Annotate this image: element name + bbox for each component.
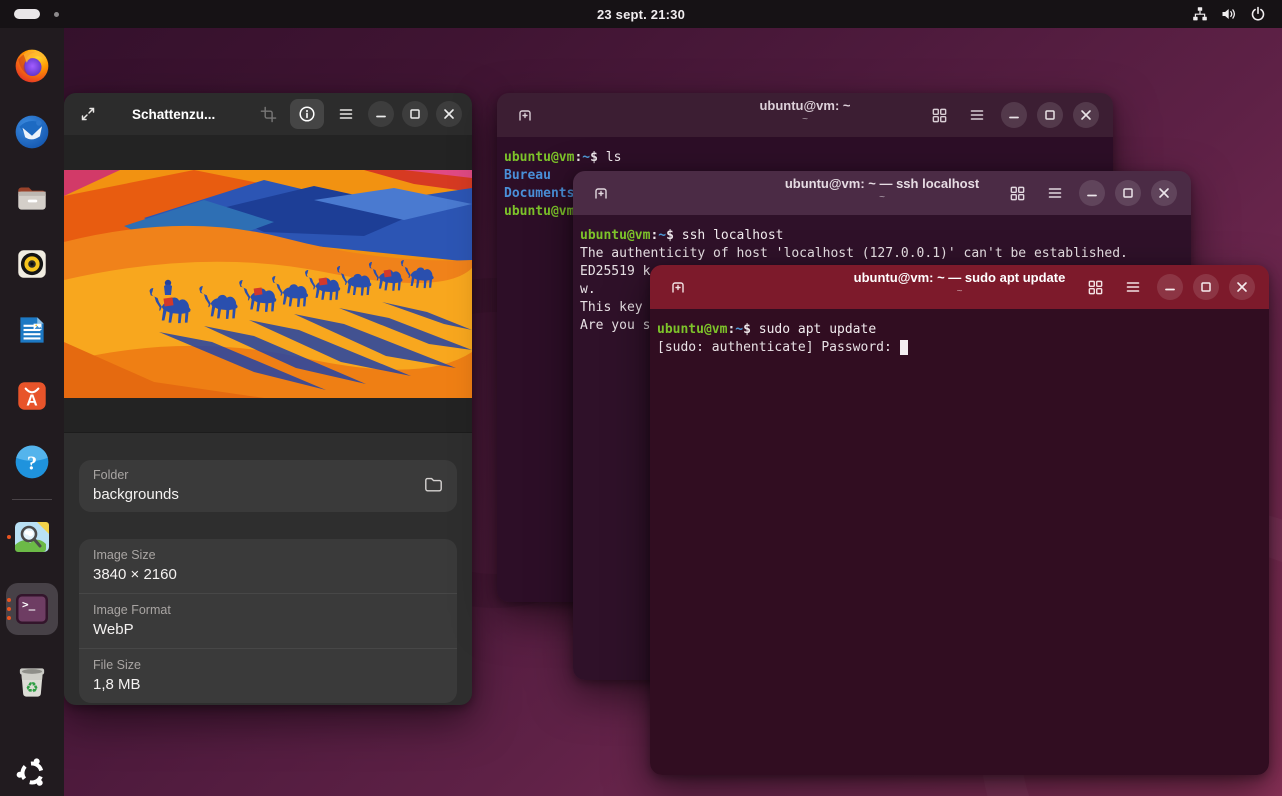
tab-overview-button[interactable] (1003, 179, 1031, 207)
dock-item-ubuntu-logo[interactable] (6, 753, 58, 793)
folder-label: Folder (93, 467, 443, 484)
viewer-maximize-button[interactable] (402, 101, 428, 127)
viewer-window-title: Schattenzu... (132, 107, 215, 122)
terminal-menu-button[interactable] (1041, 179, 1069, 207)
image-viewer-window: Schattenzu... (64, 93, 472, 705)
power-icon[interactable] (1250, 6, 1266, 22)
trash-icon: ♻ (13, 662, 51, 700)
rhythmbox-icon (13, 245, 51, 283)
new-tab-button[interactable] (664, 273, 692, 301)
desktop-screen: 23 sept. 21:30 (0, 0, 1282, 796)
dock-item-help[interactable]: ? (6, 442, 58, 482)
terminal-titlebar[interactable]: ubuntu@vm: ~ ~ (497, 93, 1113, 137)
workspace-indicator[interactable] (14, 9, 59, 19)
libreoffice-writer-icon (13, 311, 51, 349)
close-button[interactable] (1151, 180, 1177, 206)
workspace-active-pill[interactable] (14, 9, 40, 19)
titlebar-actions (1003, 179, 1177, 207)
svg-text:♻: ♻ (25, 680, 38, 697)
wallpaper-image (64, 170, 472, 398)
close-button[interactable] (1229, 274, 1255, 300)
dock-item-trash[interactable]: ♻ (6, 661, 58, 701)
card-gap (79, 512, 457, 539)
top-bar: 23 sept. 21:30 (0, 0, 1282, 28)
info-button[interactable] (290, 99, 324, 129)
minimize-button[interactable] (1157, 274, 1183, 300)
titlebar-actions (925, 101, 1099, 129)
tab-overview-button[interactable] (925, 101, 953, 129)
fullscreen-button[interactable] (74, 100, 102, 128)
maximize-button[interactable] (1037, 102, 1063, 128)
network-wired-icon[interactable] (1192, 6, 1208, 22)
thunderbird-icon (13, 113, 51, 151)
new-tab-button[interactable] (587, 179, 615, 207)
crop-button[interactable] (254, 100, 282, 128)
svg-text:?: ? (27, 452, 37, 474)
dock-item-files[interactable] (6, 178, 58, 218)
firefox-icon (13, 47, 51, 85)
dock-item-image-viewer[interactable] (6, 517, 58, 557)
viewer-image-area[interactable] (64, 135, 472, 432)
viewer-titlebar[interactable]: Schattenzu... (64, 93, 472, 135)
svg-text:>_: >_ (22, 598, 36, 611)
file-size-label: File Size (93, 657, 443, 674)
help-icon: ? (13, 443, 51, 481)
ubuntu-logo-icon (14, 755, 50, 791)
viewer-minimize-button[interactable] (368, 101, 394, 127)
dock: A ? (0, 28, 64, 796)
terminal-menu-button[interactable] (963, 101, 991, 129)
image-format-row: Image Format WebP (79, 593, 457, 648)
image-size-row: Image Size 3840 × 2160 (79, 539, 457, 593)
tab-overview-button[interactable] (1081, 273, 1109, 301)
maximize-button[interactable] (1193, 274, 1219, 300)
titlebar-actions (1081, 273, 1255, 301)
image-format-label: Image Format (93, 602, 443, 619)
volume-icon[interactable] (1221, 6, 1237, 22)
minimize-button[interactable] (1001, 102, 1027, 128)
terminal-titlebar[interactable]: ubuntu@vm: ~ — sudo apt update ~ (650, 265, 1269, 309)
file-size-value: 1,8 MB (93, 674, 443, 695)
dock-item-libreoffice-writer[interactable] (6, 310, 58, 350)
terminal-titlebar[interactable]: ubuntu@vm: ~ — ssh localhost ~ (573, 171, 1191, 215)
terminal-window-sudo: ubuntu@vm: ~ — sudo apt update ~ (650, 265, 1269, 775)
clock[interactable]: 23 sept. 21:30 (597, 7, 685, 22)
viewer-properties-panel: Folder backgrounds Image Size 3840 × 216… (64, 432, 472, 705)
image-size-label: Image Size (93, 547, 443, 564)
dock-item-app-center[interactable]: A (6, 376, 58, 416)
image-viewer-icon (13, 520, 51, 554)
image-format-value: WebP (93, 619, 443, 640)
dock-item-rhythmbox[interactable] (6, 244, 58, 284)
image-details-card: Image Size 3840 × 2160 Image Format WebP… (79, 539, 457, 703)
image-size-value: 3840 × 2160 (93, 564, 443, 585)
viewer-menu-button[interactable] (332, 100, 360, 128)
dock-item-firefox[interactable] (6, 46, 58, 86)
dock-item-terminal[interactable]: >_ (6, 583, 58, 635)
folder-card: Folder backgrounds (79, 460, 457, 512)
workspace-inactive-dot[interactable] (54, 12, 59, 17)
svg-text:A: A (26, 393, 38, 410)
system-status-area[interactable] (1192, 6, 1266, 22)
close-button[interactable] (1073, 102, 1099, 128)
maximize-button[interactable] (1115, 180, 1141, 206)
new-tab-button[interactable] (511, 101, 539, 129)
folder-icon (424, 476, 443, 493)
open-folder-button[interactable] (424, 476, 443, 496)
folder-value: backgrounds (93, 484, 443, 505)
file-size-row: File Size 1,8 MB (79, 648, 457, 703)
app-center-icon: A (13, 377, 51, 415)
dock-separator (12, 499, 52, 500)
desktop-wallpaper: A ? (0, 28, 1282, 796)
folder-row: Folder backgrounds (79, 460, 457, 512)
camel-rider (164, 279, 172, 294)
terminal-menu-button[interactable] (1119, 273, 1147, 301)
files-folder-icon (13, 179, 51, 217)
terminal-output[interactable]: ubuntu@vm:~$ sudo apt update[sudo: authe… (650, 309, 1269, 775)
minimize-button[interactable] (1079, 180, 1105, 206)
dock-item-thunderbird[interactable] (6, 112, 58, 152)
viewer-close-button[interactable] (436, 101, 462, 127)
terminal-icon: >_ (12, 589, 52, 629)
